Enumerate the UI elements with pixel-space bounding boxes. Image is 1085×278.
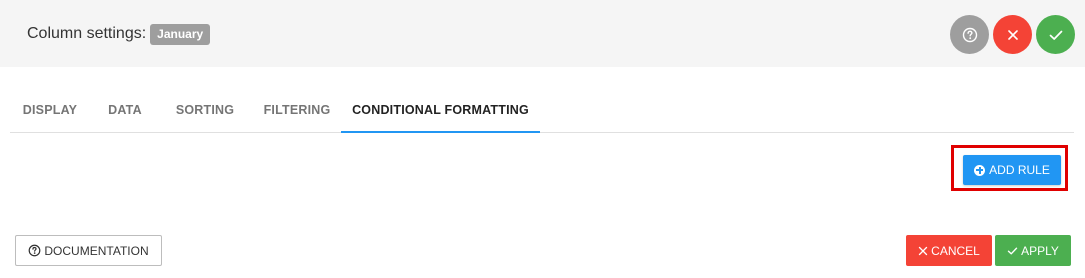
close-icon	[1006, 28, 1020, 42]
tab-filtering[interactable]: FILTERING	[251, 90, 343, 131]
apply-button[interactable]: APPLY	[995, 235, 1071, 266]
add-rule-label: ADD RULE	[989, 163, 1050, 177]
close-button[interactable]	[993, 15, 1032, 54]
plus-circle-icon	[974, 164, 986, 176]
tab-sorting[interactable]: SORTING	[162, 90, 248, 131]
check-icon	[1048, 28, 1064, 42]
documentation-button[interactable]: DOCUMENTATION	[15, 235, 162, 266]
cancel-label: CANCEL	[931, 243, 980, 258]
question-circle-icon	[28, 244, 44, 257]
title-text: Column settings:	[27, 25, 147, 42]
apply-label: APPLY	[1021, 243, 1059, 258]
tab-data[interactable]: DATA	[96, 90, 154, 131]
tab-conditional-formatting[interactable]: CONDITIONAL FORMATTING	[341, 90, 540, 133]
close-icon	[918, 246, 928, 256]
help-button[interactable]	[950, 15, 989, 54]
cancel-button[interactable]: CANCEL	[906, 235, 992, 266]
check-icon	[1007, 246, 1018, 256]
add-rule-button[interactable]: ADD RULE	[963, 155, 1061, 185]
tab-display[interactable]: DISPLAY	[10, 90, 90, 131]
tab-bar: DISPLAY DATA SORTING FILTERING CONDITION…	[10, 90, 1074, 133]
dialog-title: Column settings: January	[27, 23, 211, 45]
question-circle-icon	[962, 27, 978, 43]
documentation-label: DOCUMENTATION	[44, 243, 149, 258]
confirm-button[interactable]	[1036, 15, 1075, 54]
dialog-header: Column settings: January	[0, 0, 1085, 67]
column-name-badge: January	[150, 23, 211, 45]
